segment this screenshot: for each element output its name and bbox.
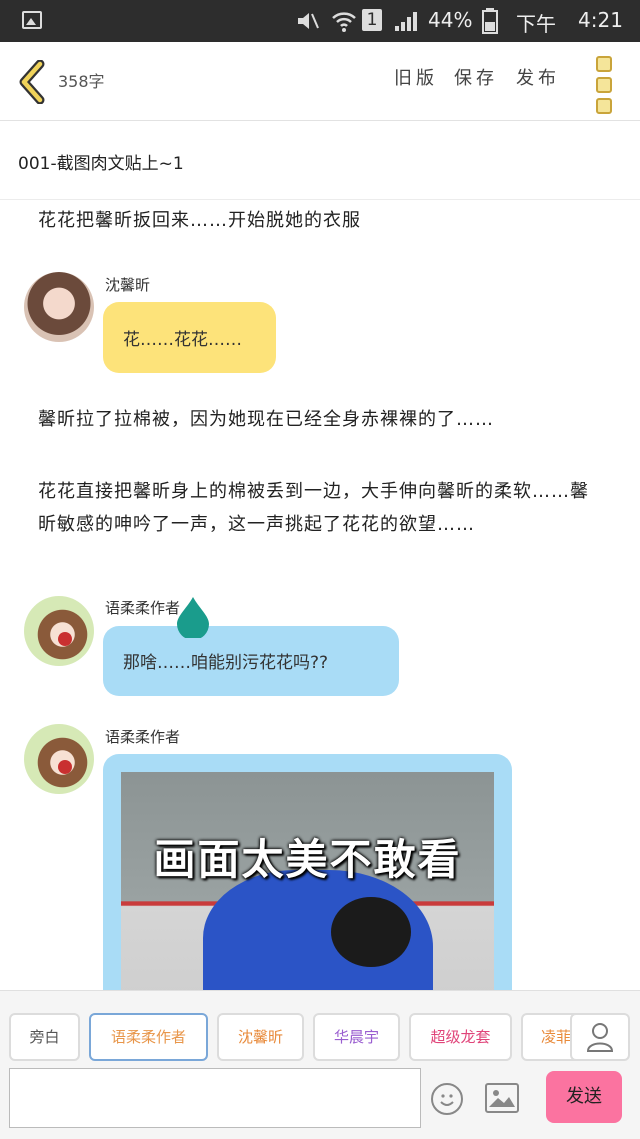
- time-ampm: 下午: [516, 12, 556, 36]
- word-count: 358字: [58, 72, 105, 91]
- role-tab-narrator[interactable]: 旁白: [9, 1013, 80, 1061]
- mute-icon: [298, 13, 319, 29]
- role-label: 凌菲: [541, 1028, 572, 1046]
- role-tab-hua[interactable]: 华晨宇: [313, 1013, 400, 1061]
- back-arrow-icon[interactable]: [16, 60, 52, 104]
- emoji-icon[interactable]: [431, 1083, 463, 1115]
- role-label: 沈馨昕: [237, 1028, 283, 1046]
- role-tab-author[interactable]: 语柔柔作者: [89, 1013, 208, 1061]
- meme-image[interactable]: 画面太美不敢看: [121, 772, 494, 994]
- role-tab-shen[interactable]: 沈馨昕: [217, 1013, 304, 1061]
- message-input[interactable]: [9, 1068, 421, 1128]
- wifi-icon: [332, 12, 356, 32]
- role-label: 超级龙套: [430, 1028, 491, 1046]
- battery-percent: 44%: [428, 8, 473, 32]
- signal-icon: [395, 12, 417, 31]
- chapter-title: 001-截图肉文贴上~1: [18, 154, 184, 174]
- speaker-name: 沈馨昕: [105, 276, 151, 294]
- chat-bubble: 花……花花……: [103, 302, 276, 373]
- user-icon: [586, 1023, 614, 1052]
- chapter-title-row[interactable]: 001-截图肉文贴上~1: [0, 121, 640, 200]
- image-picker-icon[interactable]: [485, 1083, 519, 1113]
- save-button[interactable]: 保存: [454, 64, 498, 90]
- speaker-name: 语柔柔作者: [105, 599, 181, 617]
- meme-caption: 画面太美不敢看: [153, 835, 462, 884]
- role-label: 华晨宇: [333, 1028, 379, 1046]
- top-toolbar: 358字 旧版 保存 发布: [0, 42, 640, 121]
- avatar: [24, 272, 94, 342]
- chat-bubble: 那啥……咱能别污花花吗??: [103, 626, 399, 696]
- battery-icon: [482, 8, 498, 34]
- publish-button[interactable]: 发布: [516, 64, 560, 90]
- avatar: [24, 596, 94, 666]
- sim-indicator: 1: [362, 9, 382, 31]
- narration-paragraph: 花花把馨昕扳回来……开始脱她的衣服: [38, 210, 361, 231]
- image-bubble: 画面太美不敢看: [103, 754, 512, 994]
- role-tab-extra[interactable]: 超级龙套: [409, 1013, 512, 1061]
- add-role-button[interactable]: [570, 1013, 630, 1061]
- compose-bar: 旁白 语柔柔作者 沈馨昕 华晨宇 超级龙套 凌菲 发送: [0, 990, 640, 1139]
- menu-icon[interactable]: [596, 56, 612, 119]
- avatar: [24, 724, 94, 794]
- role-label: 旁白: [29, 1028, 60, 1046]
- old-version-button[interactable]: 旧版: [394, 64, 438, 90]
- narration-paragraph: 馨昕拉了拉棉被，因为她现在已经全身赤裸裸的了……: [38, 409, 494, 430]
- drag-handle-icon[interactable]: [175, 596, 211, 638]
- gallery-icon: [22, 11, 42, 29]
- narration-paragraph: 花花直接把馨昕身上的棉被丢到一边，大手伸向馨昕的柔软……馨昕敏感的呻吟了一声，这…: [38, 481, 589, 535]
- speaker-name: 语柔柔作者: [105, 728, 181, 746]
- time: 4:21: [578, 8, 623, 32]
- role-label: 语柔柔作者: [110, 1028, 186, 1046]
- send-button[interactable]: 发送: [546, 1071, 622, 1123]
- status-bar: 1 44% 下午 4:21: [0, 0, 640, 42]
